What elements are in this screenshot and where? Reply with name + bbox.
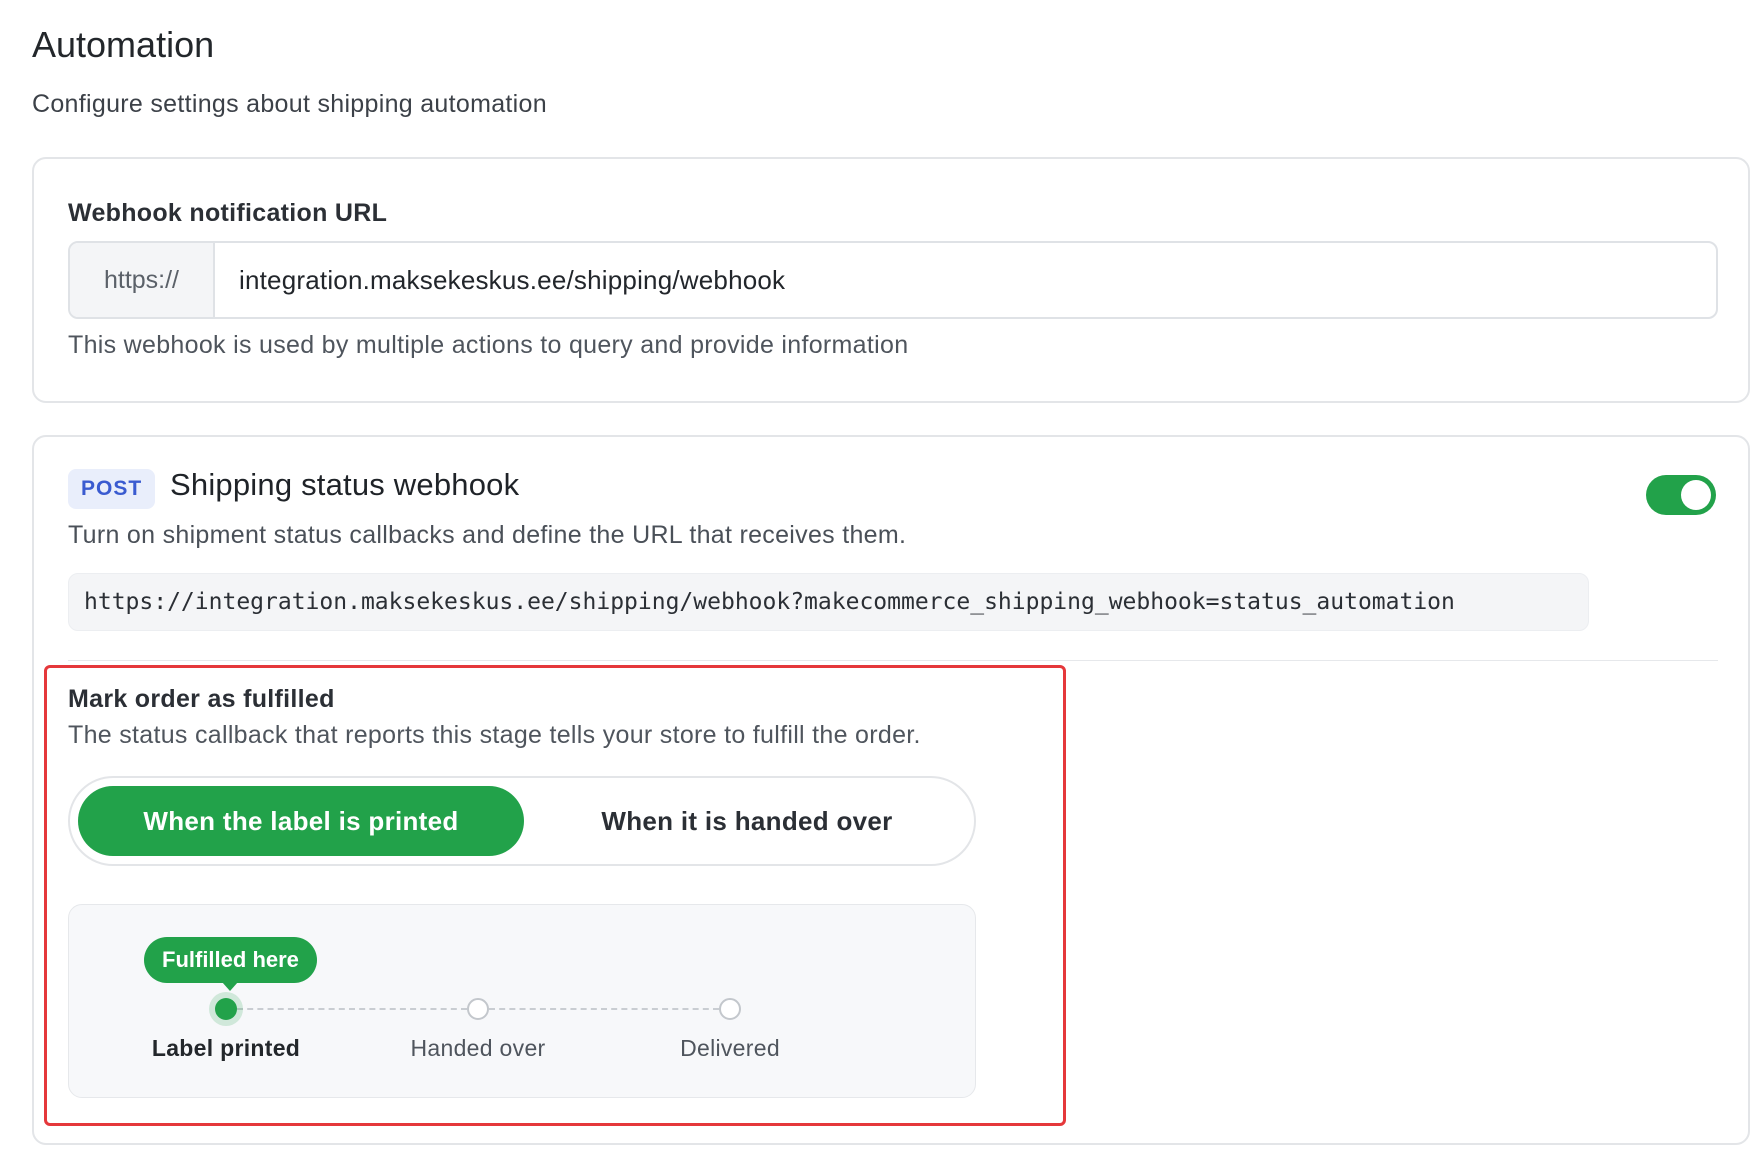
option-handed-over[interactable]: When it is handed over	[524, 786, 970, 856]
fulfilled-here-tooltip: Fulfilled here	[144, 937, 317, 991]
webhook-url-label: Webhook notification URL	[68, 199, 388, 227]
timeline-connector	[237, 1008, 467, 1010]
fulfill-title: Mark order as fulfilled	[68, 685, 335, 713]
step-label-handed-over: Handed over	[410, 1035, 546, 1061]
fulfill-trigger-segmented-control: When the label is printed When it is han…	[68, 776, 976, 866]
fulfillment-timeline: Fulfilled here Label printed Handed over…	[68, 904, 976, 1098]
status-webhook-title: Shipping status webhook	[170, 467, 520, 502]
webhook-card: Webhook notification URL https:// integr…	[32, 157, 1750, 403]
step-label-delivered: Delivered	[680, 1035, 780, 1061]
step-dot-delivered	[719, 998, 741, 1020]
post-method-badge: POST	[68, 469, 156, 509]
url-prefix-addon: https://	[70, 243, 215, 317]
status-webhook-url: https://integration.maksekeskus.ee/shipp…	[68, 573, 1589, 631]
toggle-knob	[1681, 480, 1711, 510]
webhook-url-input[interactable]: integration.maksekeskus.ee/shipping/webh…	[215, 243, 1716, 317]
step-dot-label-printed	[215, 998, 237, 1020]
fulfill-description: The status callback that reports this st…	[68, 721, 921, 749]
divider	[68, 660, 1718, 661]
status-webhook-description: Turn on shipment status callbacks and de…	[68, 521, 907, 549]
webhook-url-help: This webhook is used by multiple actions…	[68, 331, 909, 359]
webhook-url-input-group: https:// integration.maksekeskus.ee/ship…	[68, 241, 1718, 319]
option-label-printed[interactable]: When the label is printed	[78, 786, 524, 856]
status-webhook-card: POST Shipping status webhook Turn on shi…	[32, 435, 1750, 1145]
page-subtitle: Configure settings about shipping automa…	[32, 90, 547, 118]
step-label-printed: Label printed	[151, 1035, 301, 1061]
status-webhook-toggle[interactable]	[1646, 475, 1716, 515]
step-dot-handed-over	[467, 998, 489, 1020]
page-title: Automation	[32, 24, 215, 65]
timeline-connector	[489, 1008, 719, 1010]
